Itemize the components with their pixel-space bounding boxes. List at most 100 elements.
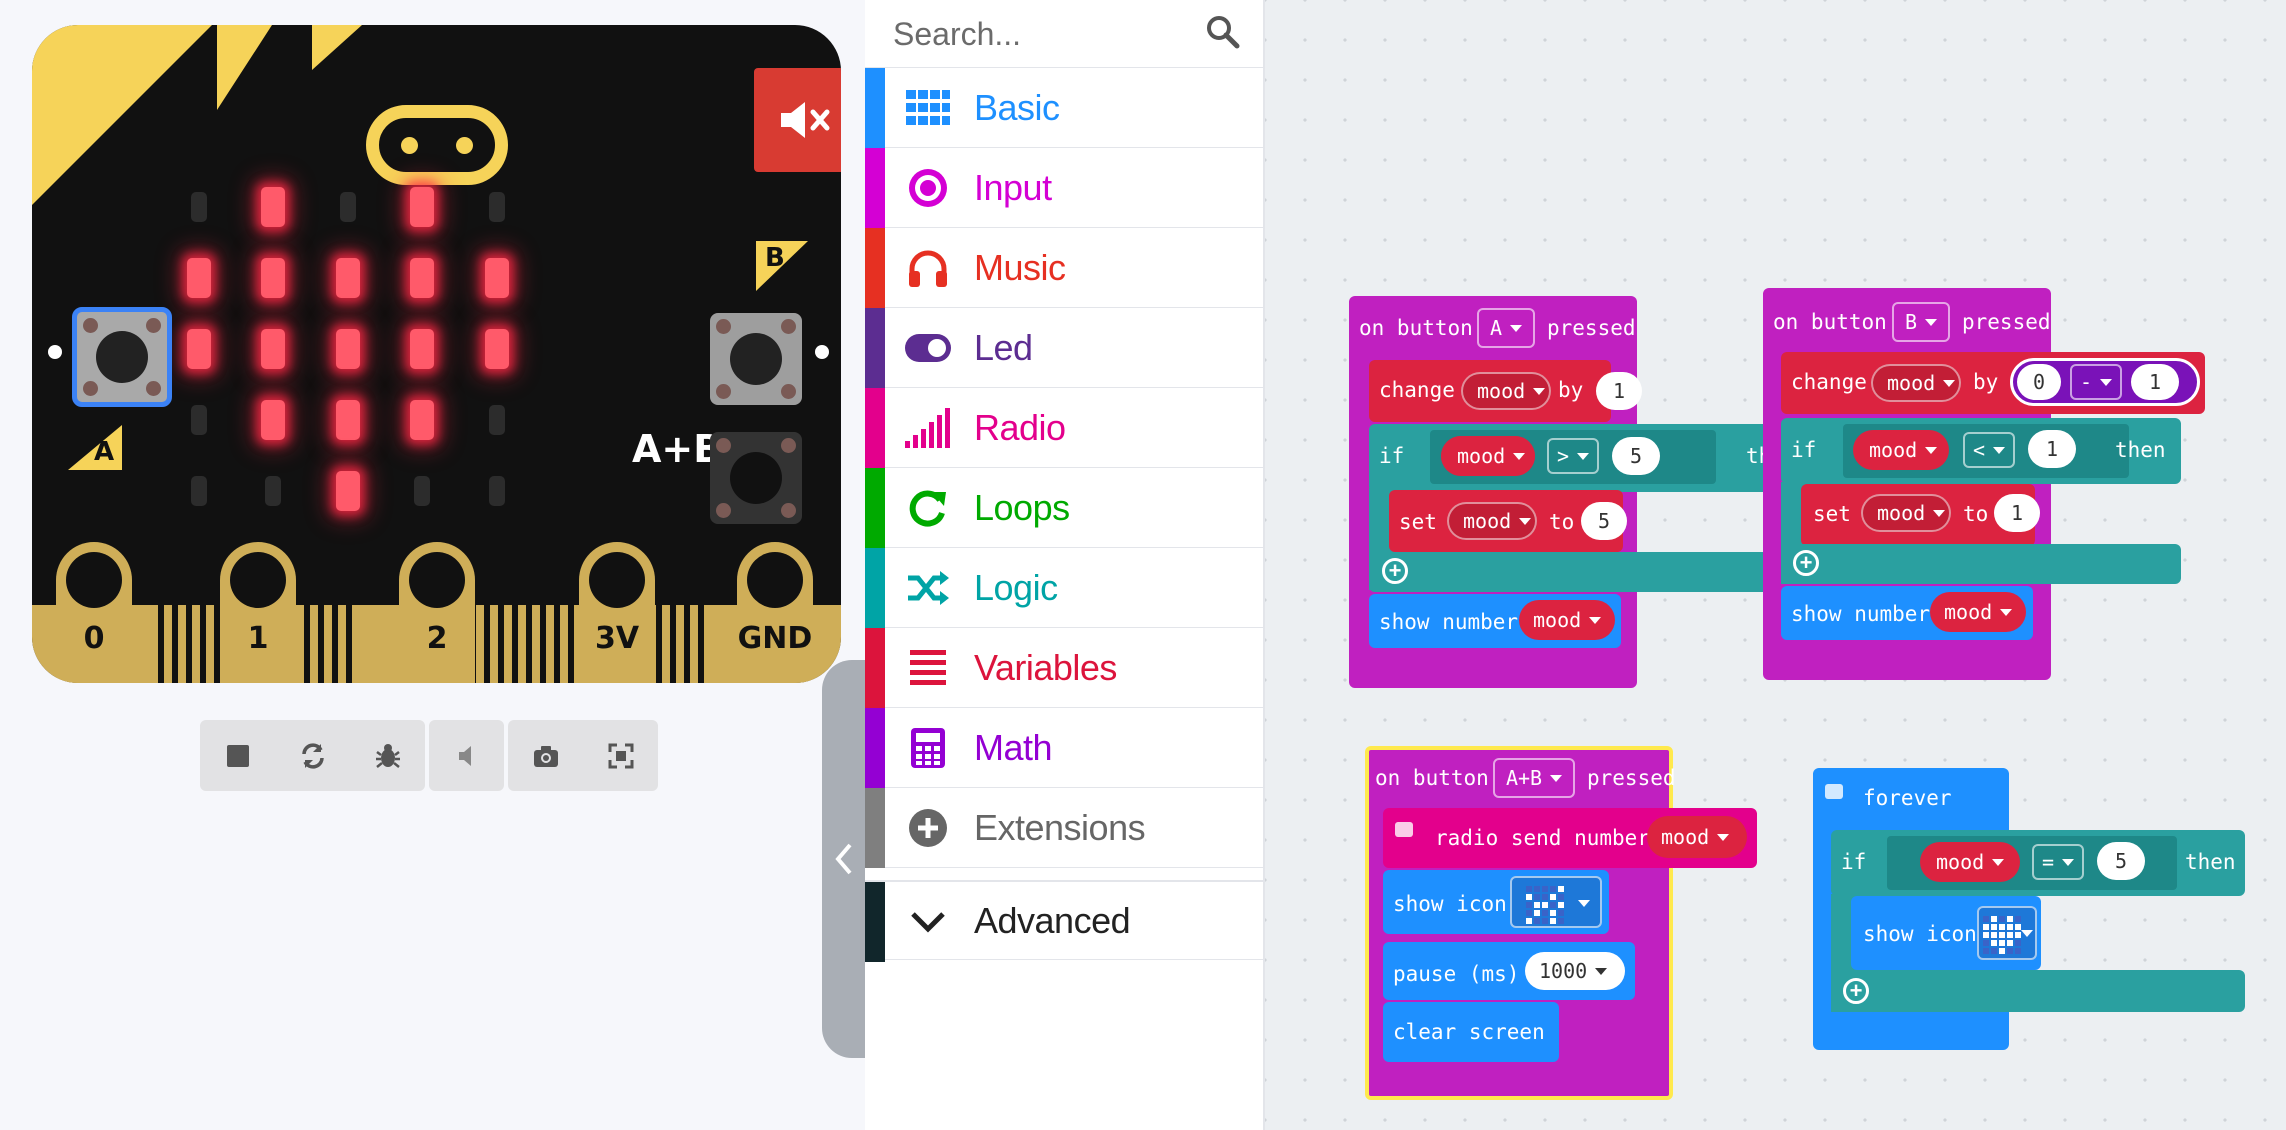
add-else-icon[interactable]: +: [1793, 550, 1819, 576]
variable-dropdown[interactable]: mood: [1871, 364, 1961, 402]
button-b[interactable]: [710, 313, 802, 405]
category-led[interactable]: Led: [865, 308, 1263, 388]
fullscreen-button[interactable]: [583, 720, 658, 791]
block-text: then: [2115, 438, 2166, 462]
button-ab[interactable]: [710, 432, 802, 524]
category-math[interactable]: Math: [865, 708, 1263, 788]
block-text: radio send number: [1435, 826, 1650, 850]
number-input[interactable]: 5: [2097, 842, 2145, 880]
pin-gnd-label: GND: [737, 621, 813, 656]
category-variables[interactable]: Variables: [865, 628, 1263, 708]
blocks-workspace[interactable]: on button A pressed change mood by 1 if …: [1265, 0, 2286, 1130]
block-text: to: [1963, 502, 1989, 526]
block-text: pressed: [1547, 316, 1636, 340]
led-2-3: [410, 329, 434, 369]
block-text: if: [1379, 444, 1405, 468]
simulator-panel: A B A+B 0 1 2 3V GND: [0, 0, 866, 1130]
number-input[interactable]: 5: [1612, 437, 1660, 475]
category-label: Led: [974, 326, 1033, 368]
restart-button[interactable]: [275, 720, 350, 791]
number-input[interactable]: 1: [1596, 372, 1642, 410]
variable-dropdown[interactable]: mood: [1853, 430, 1949, 470]
led-3-0: [191, 405, 207, 435]
category-radio[interactable]: Radio: [865, 388, 1263, 468]
comment-icon[interactable]: [1395, 822, 1413, 837]
button-dropdown[interactable]: B: [1892, 302, 1950, 342]
input-icon: [905, 168, 951, 208]
variable-dropdown[interactable]: mood: [1447, 502, 1537, 540]
number-input[interactable]: 1: [1994, 494, 2040, 532]
category-label: Variables: [974, 646, 1117, 688]
operator-dropdown[interactable]: =: [2032, 844, 2084, 880]
block-text: if: [1791, 438, 1817, 462]
pin-2-label: 2: [426, 621, 448, 656]
variable-dropdown[interactable]: mood: [1647, 816, 1747, 858]
category-label: Music: [974, 246, 1066, 288]
button-dropdown[interactable]: A: [1477, 308, 1535, 348]
led-1-2: [336, 258, 360, 298]
variable-dropdown[interactable]: mood: [1441, 436, 1535, 476]
debug-button[interactable]: [350, 720, 425, 791]
button-dropdown[interactable]: A+B: [1493, 758, 1575, 798]
add-else-icon[interactable]: +: [1382, 558, 1408, 584]
plus-circle-icon: [905, 808, 951, 848]
pin-3v-label: 3V: [594, 621, 640, 656]
operator-dropdown[interactable]: <: [1963, 432, 2015, 468]
block-text: on button: [1359, 316, 1473, 340]
led-3-3: [410, 400, 434, 440]
debug-icon: [375, 743, 400, 768]
pin-1-label: 1: [247, 621, 269, 656]
category-music[interactable]: Music: [865, 228, 1263, 308]
category-logic[interactable]: Logic: [865, 548, 1263, 628]
category-loops[interactable]: Loops: [865, 468, 1263, 548]
button-b-label: B: [765, 243, 785, 273]
number-input[interactable]: 0: [2017, 364, 2061, 400]
block-text: forever: [1863, 786, 1952, 810]
category-basic[interactable]: Basic: [865, 68, 1263, 148]
number-input[interactable]: 5: [1581, 502, 1627, 540]
operator-dropdown[interactable]: >: [1547, 438, 1599, 474]
variable-dropdown[interactable]: mood: [1920, 842, 2020, 882]
calculator-icon: [905, 728, 951, 768]
mute-button[interactable]: [754, 68, 841, 172]
search-input[interactable]: [893, 10, 1193, 58]
led-0-4: [489, 192, 505, 222]
led-0-1: [261, 187, 285, 227]
list-icon: [905, 648, 951, 688]
category-label: Radio: [974, 406, 1066, 448]
category-extensions[interactable]: Extensions: [865, 788, 1263, 868]
collapse-simulator-button[interactable]: [822, 660, 866, 1058]
block-text: to: [1549, 510, 1575, 534]
side-dot: [48, 345, 62, 359]
speaker-muted-icon: [780, 102, 829, 138]
icon-dropdown[interactable]: [1977, 906, 2037, 960]
block-text: then: [2185, 850, 2236, 874]
operator-dropdown[interactable]: -: [2070, 364, 2122, 400]
block-text: set: [1399, 510, 1437, 534]
category-advanced[interactable]: Advanced: [865, 880, 1263, 962]
microbit-logo[interactable]: [366, 105, 508, 185]
screenshot-button[interactable]: [508, 720, 583, 791]
block-text: clear screen: [1393, 1020, 1545, 1044]
variable-dropdown[interactable]: mood: [1519, 600, 1615, 640]
number-input[interactable]: 1: [2131, 364, 2179, 400]
stop-button[interactable]: [200, 720, 275, 791]
block-text: change: [1379, 378, 1455, 402]
variable-dropdown[interactable]: mood: [1930, 592, 2026, 632]
search-icon[interactable]: [1205, 14, 1241, 50]
category-input[interactable]: Input: [865, 148, 1263, 228]
button-ab-label: A+B: [632, 427, 723, 471]
variable-dropdown[interactable]: mood: [1861, 494, 1951, 532]
category-label: Basic: [974, 86, 1060, 128]
icon-dropdown[interactable]: [1510, 876, 1602, 928]
button-a[interactable]: [72, 307, 172, 407]
pause-duration-dropdown[interactable]: 1000: [1525, 952, 1625, 990]
add-else-icon[interactable]: +: [1843, 978, 1869, 1004]
category-label: Input: [974, 166, 1052, 208]
variable-dropdown[interactable]: mood: [1461, 372, 1551, 410]
audio-button[interactable]: [429, 720, 504, 791]
led-4-3: [414, 476, 430, 506]
number-input[interactable]: 1: [2028, 430, 2076, 468]
comment-icon[interactable]: [1825, 784, 1843, 799]
category-label: Math: [974, 726, 1053, 768]
